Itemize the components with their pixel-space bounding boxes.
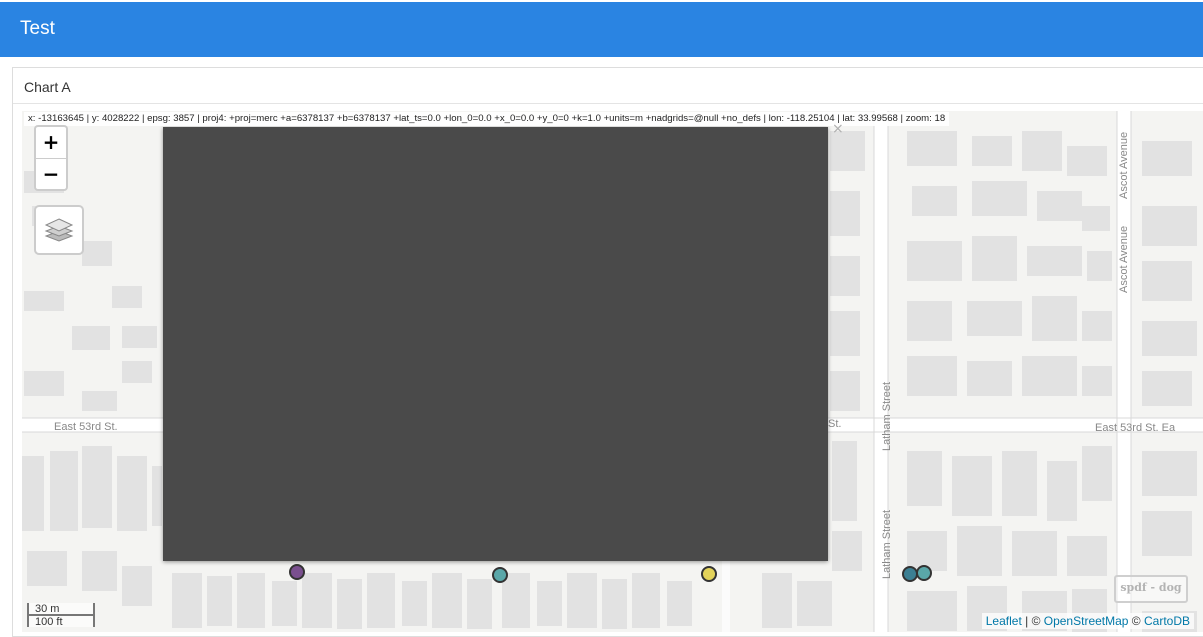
marker-teal-3[interactable] <box>916 565 932 581</box>
zoom-out-button[interactable]: − <box>36 159 66 190</box>
map-view[interactable]: East 53rd St. St. East 53rd St. Ea Latha… <box>22 111 1203 632</box>
attribution-separator: © <box>1128 614 1144 628</box>
marker-yellow[interactable] <box>701 566 717 582</box>
street-label: Latham Street <box>881 382 893 451</box>
scale-imperial: 100 ft <box>27 614 95 628</box>
street-label: St. <box>828 418 841 430</box>
street-label: East 53rd St. Ea <box>1095 422 1176 434</box>
leaflet-link[interactable]: Leaflet <box>986 614 1022 628</box>
street-label: Latham Street <box>881 510 893 579</box>
popup-overlay <box>163 127 828 561</box>
watermark-badge: spdf - dog <box>1114 575 1188 603</box>
street-label: Ascot Avenue <box>1118 226 1130 293</box>
zoom-in-button[interactable]: + <box>36 127 66 159</box>
panel-header: Chart A <box>13 68 1203 104</box>
app-title: Test <box>20 18 55 39</box>
chart-title: Chart A <box>24 79 71 95</box>
marker-purple[interactable] <box>289 564 305 580</box>
marker-teal-1[interactable] <box>492 567 508 583</box>
map-attribution: Leaflet | © OpenStreetMap © CartoDB <box>981 613 1194 629</box>
close-icon[interactable]: × <box>832 121 844 137</box>
coordinate-readout: x: -13163645 | y: 4028222 | epsg: 3857 |… <box>24 112 950 126</box>
zoom-control: + − <box>34 125 68 191</box>
app-header: Test <box>0 0 1203 57</box>
street-label: Ascot Avenue <box>1118 132 1130 199</box>
layers-button[interactable] <box>34 205 84 255</box>
openstreetmap-link[interactable]: OpenStreetMap <box>1044 614 1129 628</box>
street-label: East 53rd St. <box>54 421 118 433</box>
cartodb-link[interactable]: CartoDB <box>1144 614 1190 628</box>
layers-icon <box>44 218 74 242</box>
attribution-separator: | © <box>1021 614 1044 628</box>
scale-bar: 30 m 100 ft <box>27 603 95 628</box>
